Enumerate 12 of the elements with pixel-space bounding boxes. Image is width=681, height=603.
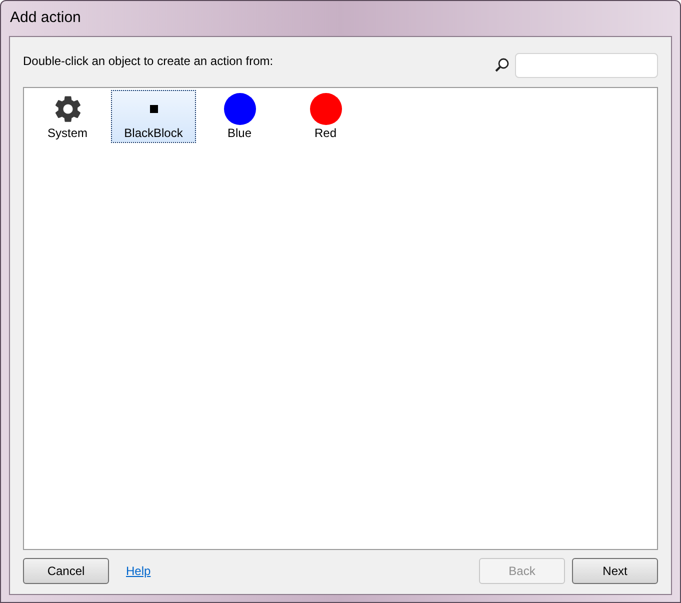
cancel-button[interactable]: Cancel bbox=[23, 558, 109, 584]
search-field[interactable] bbox=[515, 52, 658, 78]
next-button[interactable]: Next bbox=[572, 558, 658, 584]
square-icon bbox=[150, 105, 158, 113]
window-title: Add action bbox=[10, 8, 81, 28]
object-item[interactable]: System bbox=[25, 90, 110, 143]
instruction-text: Double-click an object to create an action from: bbox=[23, 53, 274, 70]
search-icon bbox=[494, 57, 510, 73]
object-item[interactable]: Blue bbox=[197, 90, 282, 143]
object-item[interactable]: BlackBlock bbox=[111, 90, 196, 143]
object-item[interactable]: Red bbox=[283, 90, 368, 143]
help-link[interactable]: Help bbox=[126, 562, 151, 580]
